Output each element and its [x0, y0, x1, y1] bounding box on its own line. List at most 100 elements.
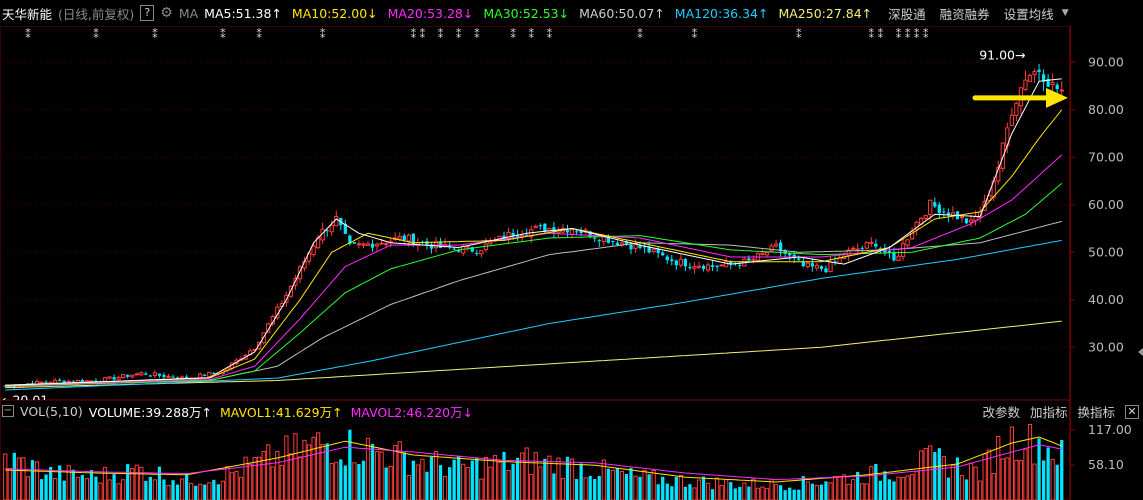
candle-body: [402, 235, 406, 241]
volume-bar: [297, 456, 303, 500]
stock-name[interactable]: 天华新能: [2, 4, 52, 23]
gear-icon[interactable]: ⚙: [160, 5, 173, 21]
volume-bar: [166, 484, 171, 500]
volume-bar: [284, 435, 289, 500]
volume-bar: [773, 484, 779, 500]
volume-bar: [234, 470, 239, 500]
volume-bar: [365, 437, 371, 500]
volume-bar: [533, 452, 538, 500]
event-marker: ⁑: [510, 28, 516, 41]
price-tick-label: 50.00: [1088, 244, 1124, 259]
set-ma-button[interactable]: 设置均线: [1004, 4, 1060, 23]
volume-bar: [447, 467, 452, 500]
candle-body: [968, 219, 974, 223]
candle-body: [819, 266, 824, 269]
volume-bar: [270, 466, 275, 500]
volume-bar: [39, 479, 44, 500]
volume-bar: [819, 484, 824, 500]
volume-bar: [977, 480, 983, 500]
volume-bar: [692, 487, 697, 500]
candle-body: [121, 374, 126, 378]
volume-bar: [315, 432, 321, 500]
candle-body: [937, 204, 941, 214]
period-label[interactable]: (日线,前复权): [58, 4, 134, 23]
volume-bar: [415, 464, 421, 500]
volume-bar: [257, 456, 262, 500]
event-marker: ⁑: [547, 28, 553, 41]
chevron-down-icon[interactable]: ▼: [1062, 8, 1069, 18]
candle-body: [814, 264, 820, 269]
candle-body: [678, 258, 683, 266]
candle-body: [788, 253, 792, 256]
volume-bar: [185, 473, 189, 500]
volume-bar: [1014, 459, 1019, 500]
event-marker: ⁑: [152, 28, 158, 41]
candle-body: [139, 372, 144, 376]
candle-body: [166, 375, 171, 378]
candle-body: [942, 211, 946, 213]
volume-bar: [670, 486, 674, 500]
margin-trading-button[interactable]: 融资融券: [940, 4, 990, 23]
volume-bar: [792, 489, 796, 500]
volume-tick-label: 117.00: [1088, 422, 1132, 437]
candle-body: [1032, 71, 1037, 75]
candle-body: [611, 241, 615, 243]
volume-bar: [1046, 447, 1050, 500]
event-marker: ⁑: [869, 28, 875, 41]
volume-bar: [738, 486, 742, 500]
volume-bar: [778, 485, 783, 500]
volume-chart[interactable]: 117.00 58.10: [0, 400, 1143, 500]
volume-bar: [642, 469, 647, 500]
volume-bar: [524, 447, 529, 500]
volume-bar: [615, 468, 620, 500]
volume-bar: [883, 471, 887, 500]
volume-bar: [311, 436, 316, 500]
event-marker: ⁑: [438, 28, 444, 41]
price-chart[interactable]: 90.0080.0070.0060.0050.0040.0030.00⁑ ⁑ ⁑ ⁑ ⁑…: [0, 26, 1143, 400]
volume-bar: [329, 462, 334, 500]
candle-body: [593, 237, 597, 239]
set-ma-label: 设置均线: [1003, 6, 1054, 22]
price-tick-label: 60.00: [1088, 197, 1124, 212]
price-tick-label: 70.00: [1088, 149, 1124, 164]
low-annotation: ←20.01: [2, 393, 48, 400]
candle-body: [574, 231, 579, 233]
candle-body: [738, 264, 742, 266]
shenzhen-connect-button[interactable]: 深股通: [888, 4, 926, 23]
volume-bar: [565, 456, 570, 500]
volume-bar: [80, 474, 84, 500]
volume-bar: [909, 474, 915, 500]
volume-bar: [479, 478, 484, 500]
candle-body: [1027, 75, 1033, 82]
volume-bar: [905, 475, 910, 500]
help-icon[interactable]: ?: [140, 5, 155, 21]
candle-body: [701, 265, 706, 270]
volume-bar: [511, 463, 515, 500]
candle-body: [179, 376, 185, 379]
candle-body: [705, 264, 711, 271]
candle-body: [674, 260, 678, 266]
volume-bar: [724, 478, 729, 500]
volume-bar: [216, 484, 221, 500]
volume-bar: [470, 460, 474, 500]
volume-bar: [465, 466, 470, 500]
volume-bar: [89, 470, 94, 500]
volume-bar: [94, 476, 98, 500]
volume-bar: [583, 477, 588, 500]
volume-bar: [696, 479, 702, 500]
volume-bar: [874, 464, 878, 500]
candle-body: [162, 374, 166, 378]
volume-bar: [334, 461, 339, 500]
candle-body: [1055, 84, 1059, 89]
volume-bar: [683, 486, 688, 500]
candle-body: [860, 247, 864, 249]
candle-body: [144, 373, 148, 375]
volume-bar: [579, 463, 583, 500]
candle-body: [597, 240, 601, 242]
volume-bar: [152, 479, 158, 500]
candle-body: [207, 371, 212, 377]
candle-body: [824, 268, 828, 273]
event-marker: ⁑: [796, 28, 802, 41]
candle-body: [828, 261, 833, 273]
price-tick-label: 30.00: [1088, 339, 1124, 354]
